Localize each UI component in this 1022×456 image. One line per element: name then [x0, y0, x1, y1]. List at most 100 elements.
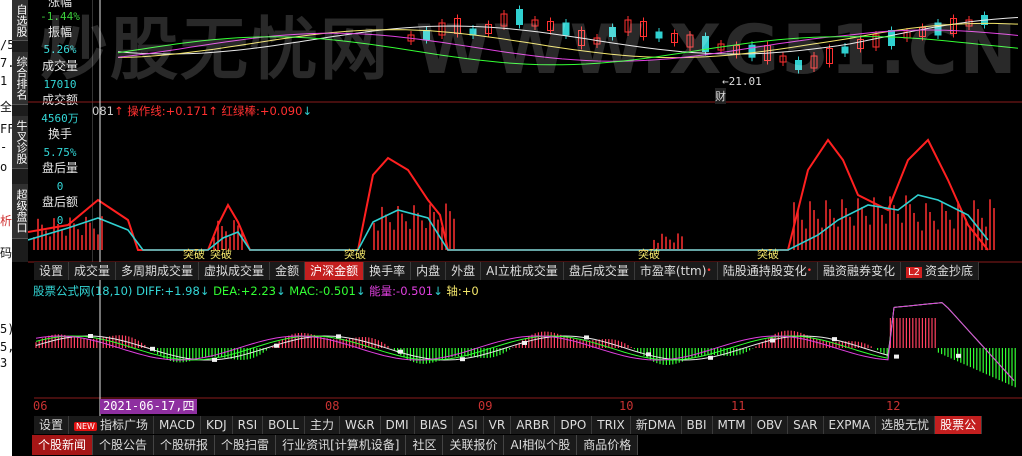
date-tick: 12	[886, 399, 901, 413]
tab-formula-22[interactable]: 股票公	[935, 416, 983, 434]
macd-marker	[522, 340, 527, 345]
tab-indicator-8[interactable]: 外盘	[446, 262, 482, 280]
tab-indicator-4[interactable]: 金额	[270, 262, 306, 280]
tab-news-1[interactable]: 个股公告	[93, 435, 155, 455]
tab-formula-1[interactable]: NEW 指标广场	[69, 416, 154, 434]
tab-label: 主力	[309, 418, 334, 432]
tab-label: 换手率	[369, 264, 406, 278]
mac-value: -0.501	[318, 284, 356, 298]
tab-dot-badge: •	[806, 266, 813, 276]
tab-label: 陆股通持股变化	[722, 264, 807, 278]
dea-label: DEA:	[213, 284, 241, 298]
tab-label: 市盈率(ttm)	[639, 264, 707, 278]
tab-news-0[interactable]: 个股新闻	[32, 435, 94, 455]
tab-label: 行业资讯[计算机设备]	[282, 438, 400, 452]
edge-text: 3	[0, 356, 8, 370]
tab-formula-5[interactable]: BOLL	[263, 416, 305, 434]
side-tab-strip: 自选股 综合排名 牛叉诊股 超级盘口	[12, 0, 29, 262]
tab-label: BBI	[686, 418, 707, 432]
tab-label: 融资融券变化	[823, 264, 896, 278]
tab-indicator-14[interactable]: L2 资金抄底	[901, 262, 979, 280]
tab-news-7[interactable]: AI相似个股	[504, 435, 578, 455]
edge-text: 析	[0, 214, 13, 228]
macd-marker	[584, 335, 589, 340]
macd-name: 股票公式网(18,10)	[33, 284, 133, 298]
tab-indicator-3[interactable]: 虚拟成交量	[199, 262, 271, 280]
tab-formula-19[interactable]: SAR	[788, 416, 824, 434]
date-tick: 10	[619, 399, 634, 413]
edge-text: 1	[0, 74, 8, 88]
side-tab-watchlist[interactable]: 自选股	[12, 0, 28, 41]
tab-formula-7[interactable]: W&R	[339, 416, 381, 434]
tab-formula-16[interactable]: BBI	[681, 416, 713, 434]
tab-indicator-9[interactable]: AI立桩成交量	[481, 262, 564, 280]
macd-marker	[708, 355, 713, 360]
tab-indicator-12[interactable]: 陆股通持股变化•	[717, 262, 819, 280]
tab-indicator-10[interactable]: 盘后成交量	[563, 262, 635, 280]
tab-news-8[interactable]: 商品价格	[577, 435, 639, 455]
tab-formula-20[interactable]: EXPMA	[823, 416, 877, 434]
tab-formula-10[interactable]: ASI	[453, 416, 484, 434]
tab-indicator-1[interactable]: 成交量	[69, 262, 117, 280]
tab-label: 个股研报	[160, 438, 209, 452]
tab-news-4[interactable]: 行业资讯[计算机设备]	[276, 435, 407, 455]
macd-marker	[956, 353, 961, 358]
macd-marker	[150, 346, 155, 351]
tab-label: 金额	[275, 264, 300, 278]
axis-value: +0	[461, 284, 479, 298]
tab-formula-17[interactable]: MTM	[712, 416, 752, 434]
tab-indicator-0[interactable]: 设置	[34, 262, 70, 280]
tab-news-6[interactable]: 关联报价	[443, 435, 505, 455]
tab-label: 虚拟成交量	[204, 264, 265, 278]
redgreen-bar-value: +0.090	[259, 104, 303, 118]
tab-label: 新DMA	[635, 418, 676, 432]
operation-line	[28, 138, 989, 251]
tab-news-5[interactable]: 社区	[406, 435, 444, 455]
tab-label: 社区	[412, 438, 437, 452]
signal-label: 突破	[183, 248, 205, 261]
side-tab-level2[interactable]: 超级盘口	[12, 184, 28, 239]
side-tab-ranking[interactable]: 综合排名	[12, 52, 28, 105]
tab-news-3[interactable]: 个股扫雷	[215, 435, 277, 455]
tab-label: AI相似个股	[510, 438, 571, 452]
tab-formula-0[interactable]: 设置	[34, 416, 70, 434]
tab-news-2[interactable]: 个股研报	[154, 435, 216, 455]
tab-formula-11[interactable]: VR	[483, 416, 512, 434]
tab-label: 成交量	[74, 264, 111, 278]
tab-indicator-2[interactable]: 多周期成交量	[116, 262, 200, 280]
tab-label: 外盘	[451, 264, 476, 278]
tab-formula-15[interactable]: 新DMA	[630, 416, 682, 434]
tab-formula-14[interactable]: TRIX	[592, 416, 631, 434]
diff-value: +1.98	[164, 284, 200, 298]
tab-indicator-7[interactable]: 内盘	[411, 262, 447, 280]
tab-label: MTM	[717, 418, 746, 432]
tab-label: AI立桩成交量	[486, 264, 558, 278]
tab-formula-4[interactable]: RSI	[232, 416, 264, 434]
macd-marker	[212, 357, 217, 362]
tab-indicator-13[interactable]: 融资融券变化	[818, 262, 902, 280]
tab-formula-3[interactable]: KDJ	[200, 416, 233, 434]
watermark: 炒股无忧网 WWW.XG51.CN	[40, 11, 1019, 90]
tab-label: 个股新闻	[38, 438, 87, 452]
tab-indicator-5[interactable]: 沪深金额	[305, 262, 365, 280]
tab-indicator-6[interactable]: 换手率	[364, 262, 412, 280]
tab-formula-12[interactable]: ARBR	[511, 416, 556, 434]
tab-formula-9[interactable]: BIAS	[414, 416, 454, 434]
tab-formula-13[interactable]: DPO	[555, 416, 593, 434]
tab-formula-2[interactable]: MACD	[153, 416, 201, 434]
diff-label: DIFF:	[136, 284, 165, 298]
tab-label: W&R	[344, 418, 375, 432]
tab-label: ARBR	[516, 418, 550, 432]
tab-formula-8[interactable]: DMI	[380, 416, 415, 434]
tab-formula-18[interactable]: OBV	[751, 416, 789, 434]
macd-marker	[832, 337, 837, 342]
operation-line-value: +0.171	[165, 104, 209, 118]
tab-label: 指标广场	[99, 418, 148, 432]
tab-formula-6[interactable]: 主力	[304, 416, 340, 434]
tab-label: VR	[488, 418, 506, 432]
side-tab-diagnosis[interactable]: 牛叉诊股	[12, 116, 28, 169]
macd-marker	[274, 343, 279, 348]
tab-formula-21[interactable]: 选股无忧	[876, 416, 936, 434]
tab-indicator-11[interactable]: 市盈率(ttm)•	[634, 262, 718, 280]
tab-label: BIAS	[419, 418, 448, 432]
